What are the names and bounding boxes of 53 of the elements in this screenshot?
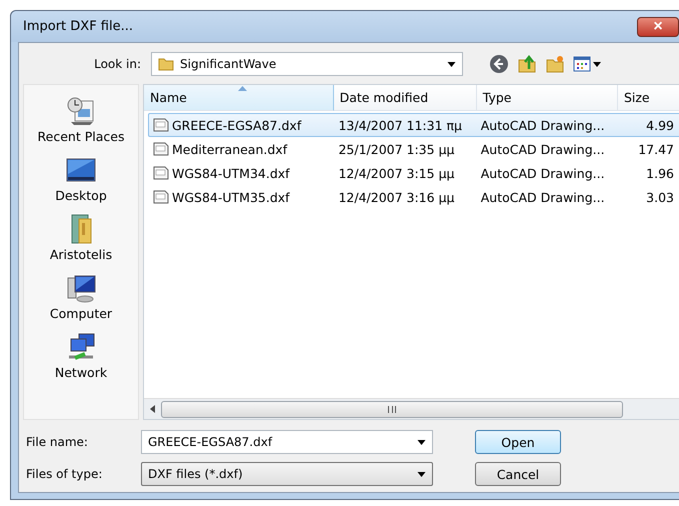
horizontal-scrollbar[interactable] bbox=[144, 398, 679, 419]
place-label[interactable]: Network bbox=[54, 365, 108, 380]
date-cell-text: 12/4/2007 3:16 μμ bbox=[337, 190, 456, 204]
file-name-field[interactable]: GREECE-EGSA87.dxf bbox=[141, 430, 433, 454]
column-header[interactable]: Type bbox=[476, 85, 618, 111]
file-row[interactable]: WGS84-UTM34.dxf 12/4/2007 3:15 μμ AutoCAD Drawing... 1.96 bbox=[148, 161, 679, 185]
new-folder-icon[interactable] bbox=[545, 54, 565, 74]
look-in-label: Look in: bbox=[93, 57, 142, 71]
place-label[interactable]: Aristotelis bbox=[50, 247, 112, 262]
date-cell-text: 25/1/2007 1:35 μμ bbox=[337, 142, 456, 156]
type-cell-text: AutoCAD Drawing... bbox=[480, 142, 606, 156]
size-cell-text: 3.03 bbox=[645, 190, 675, 204]
document-icon bbox=[153, 141, 169, 157]
file-row[interactable]: Mediterranean.dxf 25/1/2007 1:35 μμ AutoCAD Drawing... 17.47 bbox=[148, 137, 679, 161]
size-cell-text: 1.96 bbox=[645, 166, 675, 180]
look-in-dropdown[interactable]: SignificantWave bbox=[151, 52, 463, 76]
place-label[interactable]: Desktop bbox=[55, 188, 107, 203]
column-header[interactable]: Date modified bbox=[334, 85, 477, 111]
document-icon bbox=[153, 165, 169, 181]
close-button[interactable]: × bbox=[637, 16, 679, 36]
caret-icon bbox=[447, 62, 456, 66]
file-name: Mediterranean.dxf bbox=[172, 142, 288, 156]
date-cell-text: 13/4/2007 11:31 πμ bbox=[337, 118, 463, 132]
type-cell-text: AutoCAD Drawing... bbox=[480, 118, 606, 132]
scroll-left-icon[interactable] bbox=[150, 405, 155, 413]
file-name-label: File name: bbox=[25, 435, 89, 449]
document-icon bbox=[153, 117, 169, 133]
size-cell-text: 4.99 bbox=[645, 118, 675, 132]
file-row[interactable]: WGS84-UTM35.dxf 12/4/2007 3:16 μμ AutoCAD Drawing... 3.03 bbox=[148, 185, 679, 209]
caret-icon bbox=[417, 472, 426, 476]
file-type-label: Files of type: bbox=[25, 467, 104, 481]
cancel-button[interactable]: Cancel bbox=[475, 462, 561, 486]
file-row[interactable]: GREECE-EGSA87.dxf 13/4/2007 11:31 πμ AutoCAD Drawing... 4.99 bbox=[148, 113, 679, 137]
caret-icon bbox=[417, 440, 426, 444]
view-menu-icon[interactable] bbox=[573, 56, 601, 72]
place-label[interactable]: Computer bbox=[50, 306, 112, 321]
folder-icon bbox=[158, 56, 174, 72]
place-label[interactable]: Recent Places bbox=[38, 129, 124, 144]
file-type-dropdown[interactable]: DXF files (*.dxf) bbox=[141, 462, 433, 486]
size-cell-text: 17.47 bbox=[637, 142, 675, 156]
window-title: Import DXF file... bbox=[23, 19, 134, 34]
scroll-thumb[interactable] bbox=[161, 400, 623, 418]
folder-up-icon[interactable] bbox=[517, 54, 537, 74]
date-cell-text: 12/4/2007 3:15 μμ bbox=[337, 166, 456, 180]
file-name: WGS84-UTM34.dxf bbox=[172, 166, 290, 180]
sort-arrow-icon bbox=[238, 86, 248, 91]
document-icon bbox=[153, 189, 169, 205]
type-cell-text: AutoCAD Drawing... bbox=[480, 166, 606, 180]
file-name: WGS84-UTM35.dxf bbox=[172, 190, 290, 204]
open-button[interactable]: Open bbox=[475, 430, 561, 454]
file-name: GREECE-EGSA87.dxf bbox=[172, 118, 302, 132]
column-header[interactable]: Name bbox=[144, 85, 334, 111]
type-cell-text: AutoCAD Drawing... bbox=[480, 190, 606, 204]
